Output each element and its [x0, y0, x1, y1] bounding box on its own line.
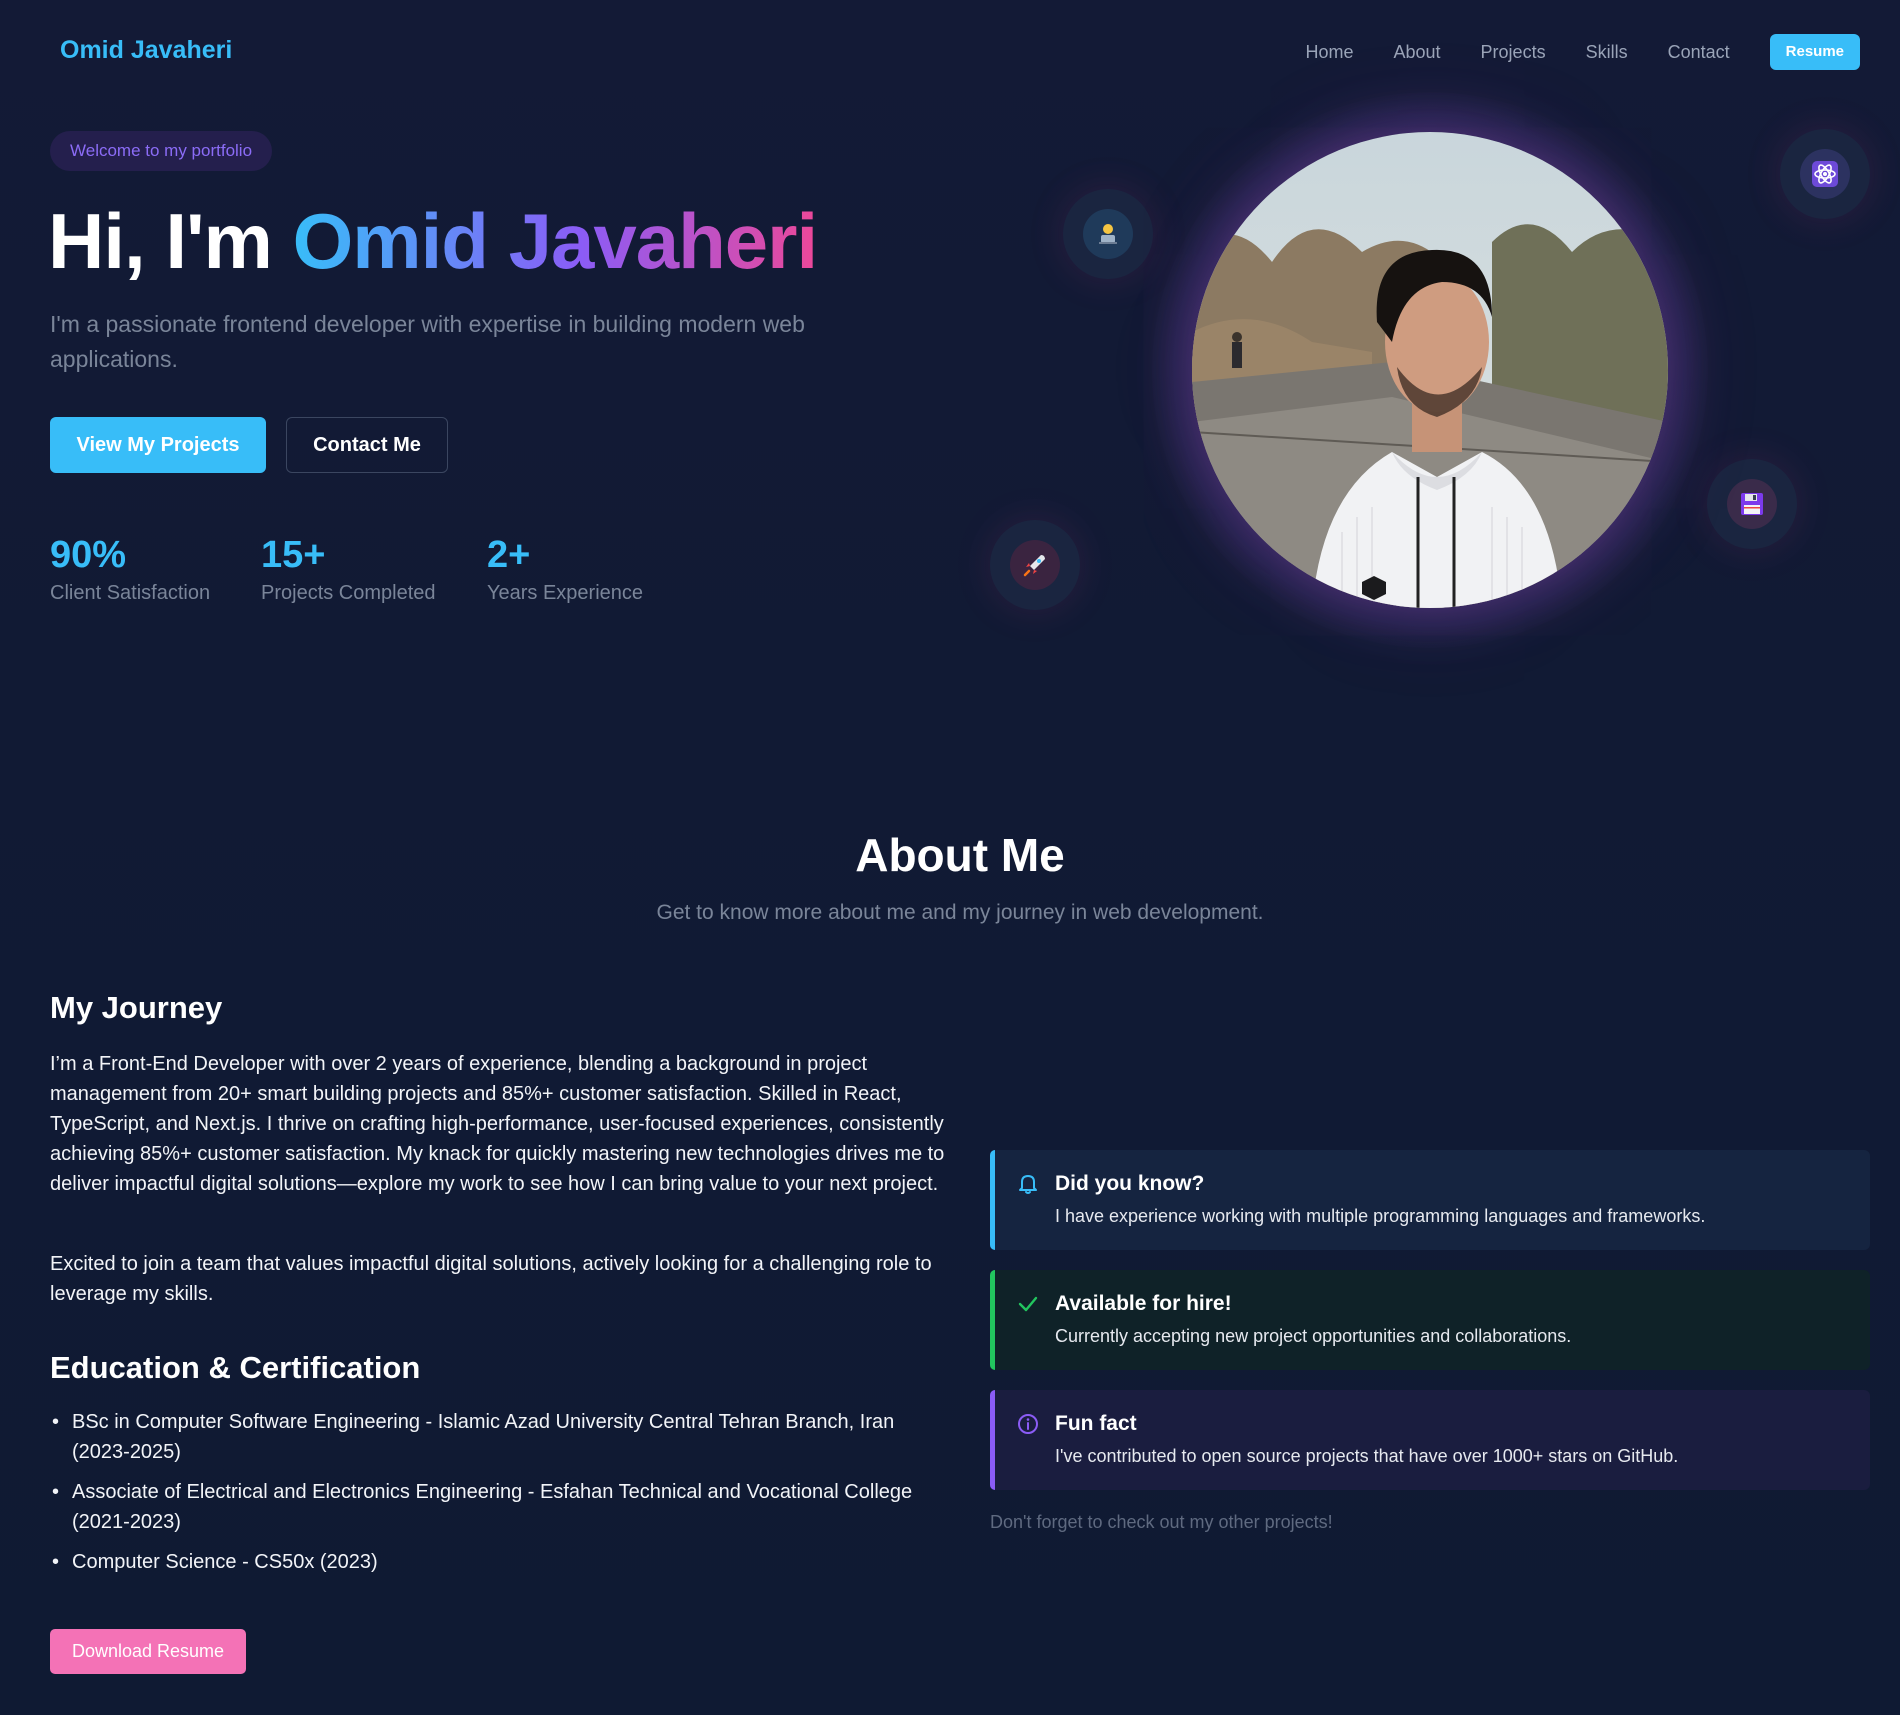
nav-link-home[interactable]: Home [1305, 42, 1353, 63]
list-item: BSc in Computer Software Engineering - I… [50, 1407, 950, 1467]
atom-icon [1800, 149, 1850, 199]
stat-value: 15+ [261, 534, 326, 576]
journey-paragraph-1: I’m a Front-End Developer with over 2 ye… [50, 1053, 945, 1195]
stat-client-satisfaction: 90% Client Satisfaction [50, 532, 210, 605]
education-heading: Education & Certification [50, 1350, 421, 1385]
check-icon [1018, 1296, 1038, 1312]
page: Omid Javaheri Home About Projects Skills… [0, 0, 1900, 1715]
card-title: Did you know? [1055, 1172, 1205, 1195]
journey-heading: My Journey [50, 990, 223, 1025]
stat-value: 2+ [487, 534, 531, 576]
stat-label: Projects Completed [261, 582, 436, 604]
atom-float [1780, 129, 1870, 219]
contact-me-button[interactable]: Contact Me [286, 417, 448, 473]
card-title: Available for hire! [1055, 1292, 1232, 1315]
card-accent-bar [990, 1270, 995, 1370]
hero-title-name: Omid Javaheri [292, 197, 819, 285]
view-projects-button[interactable]: View My Projects [50, 417, 266, 473]
card-body: I've contributed to open source projects… [1055, 1446, 1679, 1466]
card-title: Fun fact [1055, 1412, 1137, 1435]
resume-button[interactable]: Resume [1769, 34, 1860, 70]
nav-links: Home About Projects Skills Contact Resum… [1305, 34, 1860, 70]
info-icon [1018, 1414, 1038, 1434]
nav-link-skills[interactable]: Skills [1586, 42, 1628, 63]
projects-footnote: Don't forget to check out my other proje… [990, 1512, 1333, 1532]
card-fun-fact: Fun fact I've contributed to open source… [990, 1390, 1870, 1490]
nav-link-projects[interactable]: Projects [1481, 42, 1546, 63]
nav-link-contact[interactable]: Contact [1668, 42, 1730, 63]
brand-logo[interactable]: Omid Javaheri [60, 36, 232, 65]
hero-title: Hi, I'm Omid Javaheri [48, 196, 819, 287]
navbar: Omid Javaheri Home About Projects Skills… [0, 0, 1900, 105]
developer-icon [1083, 209, 1133, 259]
profile-photo [1192, 132, 1668, 608]
stat-label: Client Satisfaction [50, 582, 211, 604]
about-title: About Me [855, 829, 1065, 881]
rocket-icon [1010, 540, 1060, 590]
list-item: Computer Science - CS50x (2023) [50, 1547, 950, 1577]
card-accent-bar [990, 1390, 995, 1490]
nav-link-about[interactable]: About [1394, 42, 1441, 63]
hero-title-prefix: Hi, I'm [48, 197, 293, 285]
card-did-you-know: Did you know? I have experience working … [990, 1150, 1870, 1250]
welcome-badge: Welcome to my portfolio [50, 131, 273, 171]
developer-float [1063, 189, 1153, 279]
stat-value: 90% [50, 534, 127, 576]
stat-label: Years Experience [487, 582, 644, 604]
journey-paragraph-2: Excited to join a team that values impac… [50, 1253, 932, 1305]
education-list: BSc in Computer Software Engineering - I… [50, 1407, 950, 1587]
card-available-for-hire: Available for hire! Currently accepting … [990, 1270, 1870, 1370]
floppy-float [1707, 459, 1797, 549]
card-body: I have experience working with multiple … [1055, 1206, 1706, 1226]
download-resume-button[interactable]: Download Resume [50, 1629, 246, 1674]
hero-subtitle: I'm a passionate frontend developer with… [50, 311, 805, 372]
card-accent-bar [990, 1150, 995, 1250]
list-item: Associate of Electrical and Electronics … [50, 1477, 950, 1537]
stat-years-experience: 2+ Years Experience [487, 532, 643, 605]
bell-icon [1019, 1175, 1037, 1194]
stat-projects-completed: 15+ Projects Completed [261, 532, 436, 605]
floppy-disk-icon [1727, 479, 1777, 529]
about-subtitle: Get to know more about me and my journey… [656, 901, 1264, 924]
rocket-float [990, 520, 1080, 610]
card-body: Currently accepting new project opportun… [1055, 1326, 1572, 1346]
